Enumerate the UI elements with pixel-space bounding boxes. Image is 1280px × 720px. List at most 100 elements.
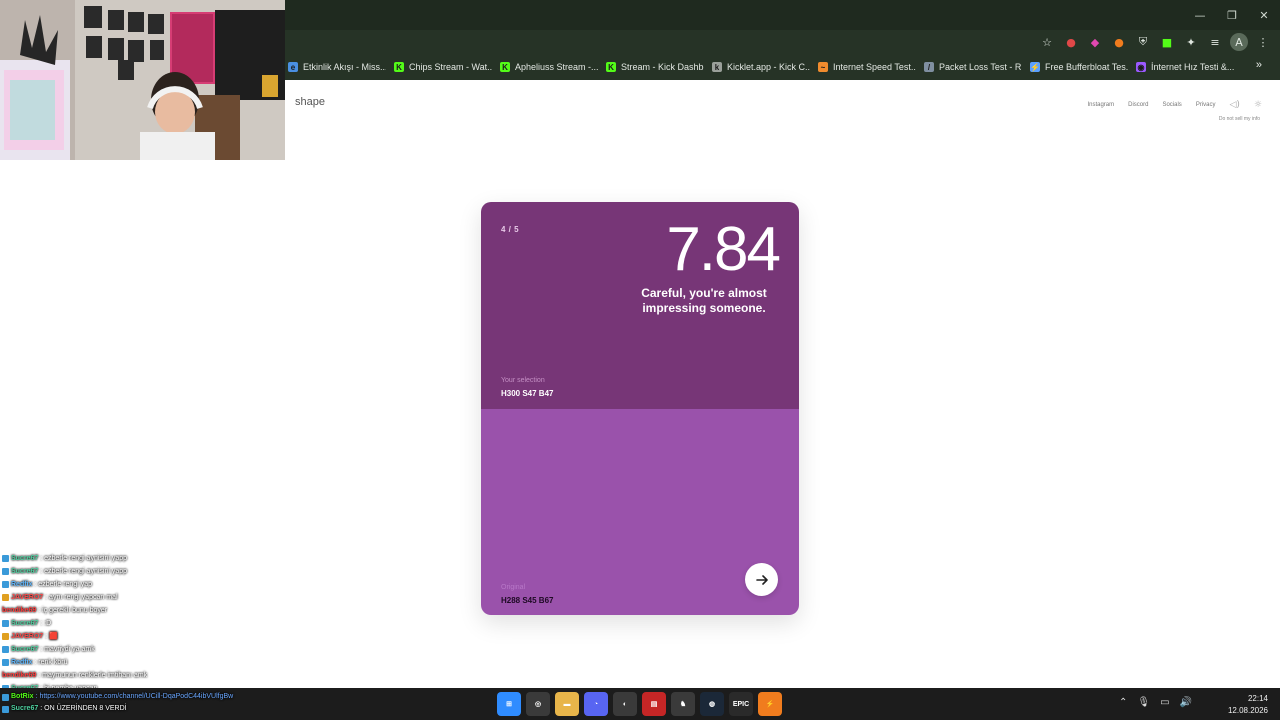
chat-message: bendike69: maymunun renklerle imtihanı a… [2,669,282,682]
chat-username: Sucre67 [11,620,39,627]
puzzle-icon[interactable]: ✦ [1182,33,1200,51]
bookmark-label: Free Bufferbloat Tes... [1045,62,1128,72]
bookmark-favicon-icon: k [712,62,722,72]
chat-text: : ezberle rengi aynisini yapp [40,568,128,575]
bookmark-label: Apheliuss Stream -... [515,62,598,72]
do-not-sell-link[interactable]: Do not sell my info [1219,116,1260,122]
original-label: Original [501,584,526,591]
chat-badge-icon [2,620,9,627]
bookmark-item[interactable]: ~ Internet Speed Test... [818,62,916,72]
bookmark-label: Chips Stream - Wat... [409,62,492,72]
site-logo[interactable]: shape [295,96,325,108]
app-horse-icon[interactable]: ♞ [671,692,695,716]
selection-value: H300 S47 B47 [501,389,554,398]
round-progress: 4 / 5 [501,225,520,234]
app-red-icon[interactable]: ▤ [642,692,666,716]
start-icon[interactable]: ⊞ [497,692,521,716]
bookmark-star-icon[interactable]: ☆ [1038,33,1056,51]
nav-privacy[interactable]: Privacy [1196,102,1216,108]
arrow-right-icon [755,574,768,585]
taskbar-apps: ⊞ ◎ ▬ ◔ ◐ ▤ ♞ ◍ EPIC ⚡ [497,692,782,716]
extension-red-icon[interactable]: ● [1062,33,1080,51]
webcam-overlay [0,0,285,160]
file-explorer-icon[interactable]: ▬ [555,692,579,716]
bookmark-item[interactable]: K Apheliuss Stream -... [500,62,598,72]
chat-text: : https://www.youtube.com/channel/UCill-… [35,693,234,700]
media-control-icon[interactable]: ≡ [1206,33,1224,51]
chat-overlay: Sucre67: ezberle rengi aynisini yapp Sucr… [2,552,282,695]
menu-dots-icon[interactable]: ⋮ [1254,33,1272,51]
bookmark-item[interactable]: ◉ İnternet Hız Testi &... [1136,62,1234,72]
chat-badge-icon [2,659,9,666]
nav-socials[interactable]: Socials [1162,102,1181,108]
obs-icon[interactable]: ◐ [613,692,637,716]
chat-message: bendike69: iç gereklı bunu boyer [2,604,282,617]
extension-orange-icon[interactable]: ● [1110,33,1128,51]
chrome-icon[interactable]: ◎ [526,692,550,716]
chat-text: : ON ÜZERİNDEN 8 VERDİ [40,705,127,712]
minimize-icon[interactable]: — [1184,0,1216,30]
clock-time: 22:14 [1247,694,1268,703]
restore-icon[interactable]: ❐ [1216,0,1248,30]
bookmark-item[interactable]: / Packet Loss Test - R... [924,62,1022,72]
chat-text: : renk körü [34,659,68,666]
chat-badge-icon [2,581,9,588]
chat-text: : :D [40,620,52,627]
bookmark-item[interactable]: e Etkinlik Akışı - Miss... [288,62,386,72]
chat-username: Redfix [11,659,33,666]
app-orange-icon[interactable]: ⚡ [758,692,782,716]
extension-pink-icon[interactable]: ◆ [1086,33,1104,51]
bookmark-label: Internet Speed Test... [833,62,916,72]
clock-date: 12.08.2026 [1227,706,1268,715]
site-nav: Instagram Discord Socials Privacy ◁) ☼ [1087,100,1262,110]
chat-overlay-bottom: BotRix: https://www.youtube.com/channel/… [2,691,302,715]
chat-badge-icon [2,693,9,701]
shield-icon[interactable]: ⛨ [1134,33,1152,51]
theme-sun-icon[interactable]: ☼ [1254,100,1262,110]
result-card: 4 / 5 7.84 Careful, you're almost impres… [481,202,799,615]
chat-text: : ezberle rengi aynisini yapp [40,555,128,562]
chat-text: : ezberle rengi yap [34,581,92,588]
sound-icon[interactable]: ◁) [1229,100,1239,110]
profile-avatar[interactable]: A [1230,33,1248,51]
chevron-up-icon[interactable]: ⌃ [1119,697,1127,708]
bookmark-item[interactable]: k Kicklet.app - Kick C... [712,62,810,72]
steam-icon[interactable]: ◍ [700,692,724,716]
chat-username: JAVERO7 [11,594,44,601]
taskbar-clock[interactable]: 22:14 12.08.2026 [1208,693,1268,717]
score-value: 7.84 [666,215,781,284]
microphone-icon[interactable]: 🎙 [1137,697,1150,708]
bookmark-item[interactable]: K Chips Stream - Wat... [394,62,492,72]
chat-text: : 🟥 [45,633,58,640]
chat-message: BotRix: https://www.youtube.com/channel/… [2,691,302,703]
next-round-button[interactable] [745,563,778,596]
epic-games-icon[interactable]: EPIC [729,692,753,716]
network-icon[interactable]: ▭ [1160,697,1169,708]
streamer-webcam-image [0,0,285,160]
discord-icon[interactable]: ◔ [584,692,608,716]
extension-green-icon[interactable]: ■ [1158,33,1176,51]
nav-discord[interactable]: Discord [1128,102,1148,108]
nav-instagram[interactable]: Instagram [1087,102,1114,108]
volume-icon[interactable]: 🔊 [1180,697,1192,708]
bookmark-label: İnternet Hız Testi &... [1151,62,1234,72]
bookmark-item[interactable]: K Stream - Kick Dashb... [606,62,704,72]
chat-text: : mavriydi ya amk [40,646,95,653]
chat-badge-icon [2,633,9,640]
chat-message: Sucre67: ezberle rengi aynisini yapp [2,565,282,578]
selection-label: Your selection [501,377,545,384]
selection-swatch: 4 / 5 7.84 Careful, you're almost impres… [481,202,799,409]
close-icon[interactable]: ✕ [1248,0,1280,30]
chat-username: JAVERO7 [11,633,44,640]
chat-badge-icon [2,594,9,601]
bookmark-favicon-icon: ⚡ [1030,62,1040,72]
bookmark-item[interactable]: ⚡ Free Bufferbloat Tes... [1030,62,1128,72]
score-message: Careful, you're almost impressing someon… [641,286,767,315]
chat-username: bendike69 [2,672,37,679]
chat-text: : aynı rengi yapcan mal [45,594,118,601]
chat-text: : iç gereklı bunu boyer [38,607,108,614]
chat-message: Sucre67: ezberle rengi aynisini yapp [2,552,282,565]
chat-username: Redfix [11,581,33,588]
taskbar: BotRix: https://www.youtube.com/channel/… [0,688,1280,720]
bookmarks-overflow-icon[interactable]: » [1256,59,1262,71]
